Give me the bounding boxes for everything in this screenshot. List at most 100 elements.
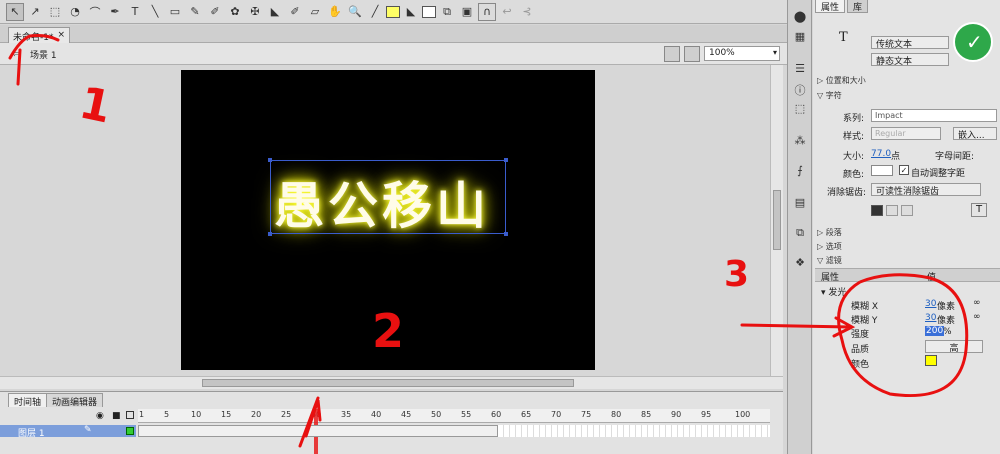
- text-selection-box[interactable]: [268, 158, 508, 236]
- text-engine-select[interactable]: 传统文本: [871, 36, 949, 50]
- zoom-tool-icon[interactable]: 🔍: [346, 3, 364, 21]
- zoom-select[interactable]: 100% ▾: [704, 46, 780, 61]
- pen-tool-icon[interactable]: ✒: [106, 3, 124, 21]
- hand-tool-icon[interactable]: ✋: [326, 3, 344, 21]
- blur-y-value[interactable]: 30: [925, 313, 936, 323]
- transform-handle[interactable]: [504, 158, 508, 162]
- transform-handle[interactable]: [268, 232, 272, 236]
- layer-frames[interactable]: [138, 425, 498, 437]
- rectangle-tool-icon[interactable]: ▭: [166, 3, 184, 21]
- text-color-swatch[interactable]: [871, 165, 893, 176]
- superscript-icon[interactable]: T: [971, 203, 987, 217]
- default-colors-icon[interactable]: ▣: [458, 3, 476, 21]
- edit-symbols-icon[interactable]: [684, 46, 700, 62]
- text-tool-icon[interactable]: T: [126, 3, 144, 21]
- line-tool-icon[interactable]: ╲: [146, 3, 164, 21]
- frame-number: 5: [164, 410, 170, 419]
- history-icon[interactable]: ⧉: [792, 226, 808, 242]
- swatches-icon[interactable]: ▦: [792, 30, 808, 46]
- fill-color-icon[interactable]: ◣: [402, 3, 420, 21]
- link-icon[interactable]: ∞: [973, 312, 981, 322]
- font-size-value[interactable]: 77.0: [871, 149, 891, 159]
- document-tab[interactable]: 未命名-1* ×: [8, 27, 70, 43]
- layer-header[interactable]: 图层 1 ✎: [0, 425, 136, 439]
- quality-select[interactable]: 高: [925, 340, 983, 354]
- stroke-color-icon[interactable]: ╱: [366, 3, 384, 21]
- smooth-icon[interactable]: ↩: [498, 3, 516, 21]
- lock-icon[interactable]: ■: [112, 411, 121, 421]
- info-icon[interactable]: ⓘ: [792, 82, 808, 98]
- section-filters[interactable]: ▽ 滤镜: [817, 255, 842, 266]
- section-paragraph[interactable]: ▷ 段落: [817, 227, 842, 238]
- pencil-tool-icon[interactable]: ✎: [186, 3, 204, 21]
- tab-properties[interactable]: 属性: [815, 0, 846, 13]
- horizontal-scroll-thumb[interactable]: [202, 379, 574, 387]
- eye-icon[interactable]: ◉: [96, 411, 104, 421]
- project-icon[interactable]: ❖: [792, 256, 808, 272]
- strength-label: 强度: [851, 330, 870, 340]
- stroke-color-swatch[interactable]: [386, 5, 400, 18]
- frame-number: 80: [611, 410, 622, 419]
- tab-motion-editor[interactable]: 动画编辑器: [46, 393, 104, 408]
- snap-magnet-icon[interactable]: ∩: [478, 2, 496, 21]
- document-tab-label: 未命名-1*: [13, 33, 54, 43]
- frame-number: 100: [735, 410, 751, 419]
- panel-icon-strip: ⬤ ▦ ☰ ⓘ ⬚ ⁂ ⨍ ▤ ⧉ ❖: [787, 0, 812, 454]
- html-render-icon[interactable]: [886, 205, 898, 216]
- paint-bucket-tool-icon[interactable]: ◣: [266, 3, 284, 21]
- glow-color-swatch[interactable]: [925, 355, 937, 366]
- close-icon[interactable]: ×: [57, 30, 65, 41]
- transform-handle[interactable]: [268, 158, 272, 162]
- tab-library[interactable]: 库: [847, 0, 869, 13]
- 3d-rotation-tool-icon[interactable]: ◔: [66, 3, 84, 21]
- text-type-select[interactable]: 静态文本: [871, 53, 949, 67]
- deco-tool-icon[interactable]: ✿: [226, 3, 244, 21]
- library-icon[interactable]: ☰: [792, 62, 808, 78]
- vertical-scrollbar[interactable]: [770, 65, 783, 380]
- transform-handle[interactable]: [504, 232, 508, 236]
- free-transform-tool-icon[interactable]: ⬚: [46, 3, 64, 21]
- motion-presets-icon[interactable]: ▤: [792, 196, 808, 212]
- palette-icon[interactable]: ⬤: [792, 10, 808, 26]
- back-arrow-icon[interactable]: ⇦: [12, 47, 21, 60]
- eraser-tool-icon[interactable]: ▱: [306, 3, 324, 21]
- fill-color-swatch[interactable]: [422, 5, 436, 18]
- frame-ruler[interactable]: 1 5 10 15 20 25 30 35 40 45 50 55 60 65 …: [138, 409, 770, 423]
- straighten-icon[interactable]: ⊰: [518, 3, 536, 21]
- font-style-select[interactable]: Regular: [871, 127, 941, 140]
- auto-kern-checkbox[interactable]: ✓: [899, 165, 909, 175]
- vertical-scroll-thumb[interactable]: [773, 190, 781, 250]
- font-family-field[interactable]: Impact: [871, 109, 997, 122]
- strength-value[interactable]: 200: [925, 326, 945, 336]
- lasso-tool-icon[interactable]: ⌒: [86, 3, 104, 21]
- transform-icon[interactable]: ⬚: [792, 102, 808, 118]
- section-character[interactable]: ▽ 字符: [817, 90, 842, 101]
- outline-icon[interactable]: [126, 411, 134, 419]
- selection-tool-icon[interactable]: ↖: [6, 2, 24, 21]
- brush-tool-icon[interactable]: ✐: [206, 3, 224, 21]
- empty-frames[interactable]: [498, 425, 770, 437]
- subselection-tool-icon[interactable]: ↗: [26, 3, 44, 21]
- script-icon[interactable]: ⨍: [792, 164, 808, 180]
- selectable-icon[interactable]: [871, 205, 883, 216]
- edit-bar: ⇦ 场景 1 100% ▾: [0, 43, 812, 65]
- blur-x-value[interactable]: 30: [925, 299, 936, 309]
- eyedropper-tool-icon[interactable]: ✐: [286, 3, 304, 21]
- section-position-size[interactable]: ▷ 位置和大小: [817, 75, 866, 86]
- components-icon[interactable]: ⁂: [792, 134, 808, 150]
- tab-timeline[interactable]: 时间轴: [8, 393, 48, 408]
- layer-row[interactable]: 图层 1 ✎: [0, 425, 770, 439]
- glow-filter-label[interactable]: ▾ 发光: [821, 285, 846, 298]
- bone-tool-icon[interactable]: ✠: [246, 3, 264, 21]
- embed-button[interactable]: 嵌入...: [953, 127, 997, 141]
- link-icon[interactable]: ∞: [973, 298, 981, 308]
- antialias-select[interactable]: 可读性消除锯齿: [871, 183, 981, 197]
- frame-number: 25: [281, 410, 292, 419]
- horizontal-scrollbar[interactable]: [0, 376, 783, 389]
- swap-colors-icon[interactable]: ⧉: [438, 3, 456, 21]
- size-unit: 点: [891, 152, 901, 162]
- frame-number: 35: [341, 410, 352, 419]
- border-icon[interactable]: [901, 205, 913, 216]
- edit-scene-icon[interactable]: [664, 46, 680, 62]
- section-options[interactable]: ▷ 选项: [817, 241, 842, 252]
